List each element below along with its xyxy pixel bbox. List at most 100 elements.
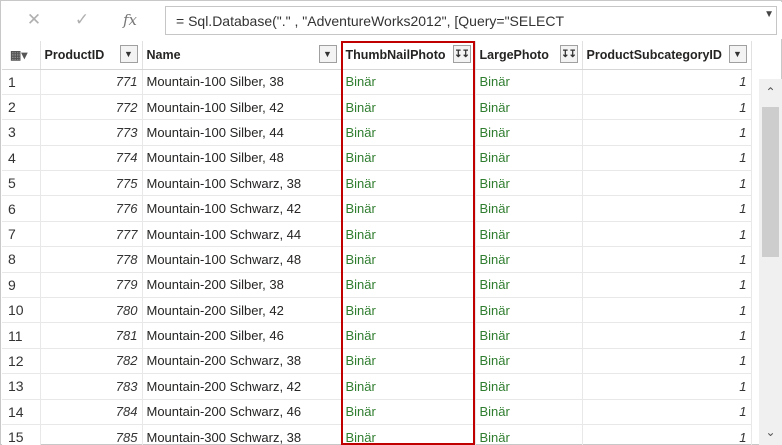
table-row[interactable]: 11 781 Mountain-200 Silber, 46 Binär Binär 1: [2, 322, 752, 349]
table-row[interactable]: 15 785 Mountain-300 Schwarz, 38 Binär Binär 1: [2, 424, 752, 445]
cell-largephoto[interactable]: Binär: [475, 69, 583, 95]
cell-name[interactable]: Mountain-100 Silber, 42: [142, 94, 342, 121]
cell-largephoto[interactable]: Binär: [475, 170, 583, 197]
row-number[interactable]: 15: [2, 424, 41, 445]
chevron-down-icon[interactable]: ▼: [764, 9, 774, 20]
scroll-down-icon[interactable]: ⌄: [759, 421, 782, 443]
row-number[interactable]: 12: [2, 348, 41, 375]
cell-productid[interactable]: 779: [40, 272, 143, 299]
row-number[interactable]: 3: [2, 119, 41, 146]
cell-productsubcategoryid[interactable]: 1: [582, 399, 752, 425]
table-row[interactable]: 7 777 Mountain-100 Schwarz, 44 Binär Binär 1: [2, 221, 752, 248]
cell-largephoto[interactable]: Binär: [475, 399, 583, 425]
row-number[interactable]: 5: [2, 170, 41, 197]
cell-thumbnailphoto[interactable]: Binär: [341, 322, 476, 349]
cell-productid[interactable]: 783: [40, 373, 143, 400]
row-number[interactable]: 10: [2, 297, 41, 324]
table-row[interactable]: 6 776 Mountain-100 Schwarz, 42 Binär Binär 1: [2, 195, 752, 222]
cell-name[interactable]: Mountain-200 Schwarz, 42: [142, 373, 342, 400]
cell-productsubcategoryid[interactable]: 1: [582, 170, 752, 197]
cell-largephoto[interactable]: Binär: [475, 246, 583, 273]
cell-productid[interactable]: 780: [40, 297, 143, 324]
cell-productid[interactable]: 784: [40, 399, 143, 425]
cell-name[interactable]: Mountain-200 Schwarz, 38: [142, 348, 342, 375]
cell-productsubcategoryid[interactable]: 1: [582, 69, 752, 95]
row-number[interactable]: 11: [2, 322, 41, 349]
column-header-productid[interactable]: ProductID ▼: [40, 41, 143, 70]
cell-productid[interactable]: 781: [40, 322, 143, 349]
cell-productsubcategoryid[interactable]: 1: [582, 221, 752, 248]
vertical-scrollbar[interactable]: ⌃ ⌄: [759, 79, 782, 445]
cell-productid[interactable]: 778: [40, 246, 143, 273]
cell-productid[interactable]: 785: [40, 424, 143, 445]
fx-icon[interactable]: fx: [116, 8, 144, 32]
cell-largephoto[interactable]: Binär: [475, 145, 583, 172]
cell-name[interactable]: Mountain-300 Schwarz, 38: [142, 424, 342, 445]
column-header-largephoto[interactable]: LargePhoto ↧↧: [475, 41, 583, 70]
table-row[interactable]: 10 780 Mountain-200 Silber, 42 Binär Binär 1: [2, 297, 752, 324]
cell-largephoto[interactable]: Binär: [475, 195, 583, 222]
cell-name[interactable]: Mountain-100 Schwarz, 48: [142, 246, 342, 273]
row-number[interactable]: 2: [2, 94, 41, 121]
cell-productsubcategoryid[interactable]: 1: [582, 373, 752, 400]
cell-thumbnailphoto[interactable]: Binär: [341, 272, 476, 299]
cell-largephoto[interactable]: Binär: [475, 119, 583, 146]
table-row[interactable]: 4 774 Mountain-100 Silber, 48 Binär Binär 1: [2, 145, 752, 172]
cell-name[interactable]: Mountain-100 Schwarz, 42: [142, 195, 342, 222]
cell-productsubcategoryid[interactable]: 1: [582, 322, 752, 349]
row-number[interactable]: 7: [2, 221, 41, 248]
table-row[interactable]: 3 773 Mountain-100 Silber, 44 Binär Binär 1: [2, 119, 752, 146]
table-row[interactable]: 1 771 Mountain-100 Silber, 38 Binär Binär 1: [2, 69, 752, 95]
column-header-name[interactable]: Name ▼: [142, 41, 342, 70]
scroll-up-icon[interactable]: ⌃: [759, 81, 782, 103]
cell-largephoto[interactable]: Binär: [475, 322, 583, 349]
cell-thumbnailphoto[interactable]: Binär: [341, 348, 476, 375]
row-number[interactable]: 8: [2, 246, 41, 273]
table-row[interactable]: 14 784 Mountain-200 Schwarz, 46 Binär Binär 1: [2, 399, 752, 425]
cell-thumbnailphoto[interactable]: Binär: [341, 373, 476, 400]
cell-productid[interactable]: 776: [40, 195, 143, 222]
cell-name[interactable]: Mountain-100 Schwarz, 38: [142, 170, 342, 197]
cell-name[interactable]: Mountain-200 Silber, 46: [142, 322, 342, 349]
cell-name[interactable]: Mountain-100 Silber, 44: [142, 119, 342, 146]
row-number[interactable]: 6: [2, 195, 41, 222]
table-row[interactable]: 2 772 Mountain-100 Silber, 42 Binär Binär 1: [2, 94, 752, 121]
cell-largephoto[interactable]: Binär: [475, 424, 583, 445]
cell-thumbnailphoto[interactable]: Binär: [341, 170, 476, 197]
formula-input[interactable]: = Sql.Database("." , "AdventureWorks2012…: [165, 6, 777, 35]
cell-productid[interactable]: 775: [40, 170, 143, 197]
cell-productid[interactable]: 782: [40, 348, 143, 375]
cell-thumbnailphoto[interactable]: Binär: [341, 69, 476, 95]
cell-thumbnailphoto[interactable]: Binär: [341, 424, 476, 445]
cell-productid[interactable]: 773: [40, 119, 143, 146]
column-header-productsubcategoryid[interactable]: ProductSubcategoryID ▼: [582, 41, 752, 70]
cell-productsubcategoryid[interactable]: 1: [582, 195, 752, 222]
cell-largephoto[interactable]: Binär: [475, 348, 583, 375]
table-row[interactable]: 9 779 Mountain-200 Silber, 38 Binär Binär 1: [2, 272, 752, 299]
cell-productsubcategoryid[interactable]: 1: [582, 424, 752, 445]
cell-productsubcategoryid[interactable]: 1: [582, 272, 752, 299]
cell-thumbnailphoto[interactable]: Binär: [341, 246, 476, 273]
cell-largephoto[interactable]: Binär: [475, 272, 583, 299]
cell-largephoto[interactable]: Binär: [475, 94, 583, 121]
cell-thumbnailphoto[interactable]: Binär: [341, 94, 476, 121]
cell-productsubcategoryid[interactable]: 1: [582, 348, 752, 375]
filter-dropdown-icon[interactable]: ▼: [119, 45, 138, 63]
cell-largephoto[interactable]: Binär: [475, 373, 583, 400]
cell-name[interactable]: Mountain-200 Silber, 38: [142, 272, 342, 299]
column-header-thumbnailphoto[interactable]: ThumbNailPhoto ↧↧: [341, 41, 476, 70]
expand-binary-icon[interactable]: ↧↧: [559, 45, 578, 63]
table-row[interactable]: 5 775 Mountain-100 Schwarz, 38 Binär Binär 1: [2, 170, 752, 197]
close-icon[interactable]: ✕: [20, 8, 48, 32]
table-menu-icon[interactable]: ▦▾: [2, 41, 41, 70]
cell-productsubcategoryid[interactable]: 1: [582, 246, 752, 273]
cell-productsubcategoryid[interactable]: 1: [582, 297, 752, 324]
row-number[interactable]: 14: [2, 399, 41, 425]
cell-productid[interactable]: 777: [40, 221, 143, 248]
cell-name[interactable]: Mountain-200 Schwarz, 46: [142, 399, 342, 425]
cell-productsubcategoryid[interactable]: 1: [582, 119, 752, 146]
cell-largephoto[interactable]: Binär: [475, 297, 583, 324]
cell-name[interactable]: Mountain-200 Silber, 42: [142, 297, 342, 324]
row-number[interactable]: 4: [2, 145, 41, 172]
cell-productsubcategoryid[interactable]: 1: [582, 94, 752, 121]
